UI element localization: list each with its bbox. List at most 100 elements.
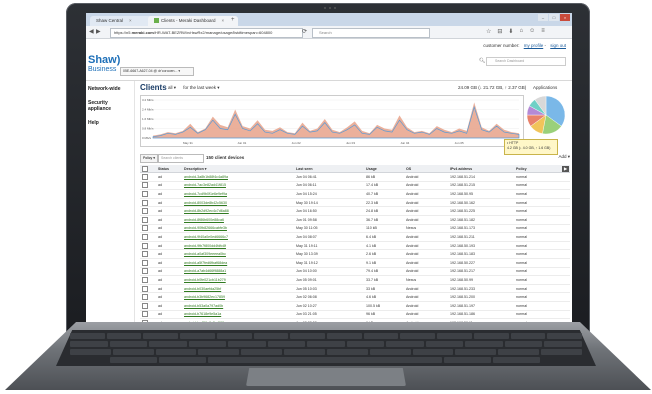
tab-close-icon[interactable]: × bbox=[129, 18, 132, 23]
row-checkbox[interactable] bbox=[142, 268, 148, 275]
description-link[interactable]: android-7cd9b0f1e6e9ef9a bbox=[182, 189, 294, 199]
description-link[interactable]: android-8003de8b42c5630 bbox=[182, 198, 294, 208]
row-checkbox[interactable] bbox=[142, 242, 148, 249]
filter-all-dropdown[interactable]: all ▾ bbox=[168, 85, 176, 90]
bookmark-star-icon[interactable]: ☆ bbox=[486, 28, 491, 35]
row-checkbox-cell[interactable] bbox=[140, 258, 156, 268]
row-checkbox[interactable] bbox=[142, 294, 148, 301]
row-checkbox-cell[interactable] bbox=[140, 249, 156, 259]
applications-link[interactable]: Applications bbox=[533, 85, 557, 90]
profile-icon[interactable]: ☺ bbox=[529, 28, 535, 35]
table-row[interactable]: ad android-90fb82666cabfe3b May 30 11:05 11… bbox=[140, 224, 570, 234]
policy-button[interactable]: Policy ▾ bbox=[140, 154, 158, 163]
column-header-last-seen[interactable]: Last seen bbox=[294, 165, 364, 173]
browser-search-input[interactable]: Search bbox=[312, 28, 430, 38]
row-checkbox[interactable] bbox=[142, 302, 148, 309]
description-link[interactable]: android-90fb82666cabfe3b bbox=[182, 224, 294, 234]
reload-button[interactable]: ⟳ bbox=[302, 28, 307, 36]
description-link[interactable]: android-a7ab4d66f9888a1 bbox=[182, 267, 294, 277]
description-link[interactable]: android-3a8b1b88f4c4a89a bbox=[182, 172, 294, 182]
row-checkbox[interactable] bbox=[142, 182, 148, 189]
timespan-dropdown[interactable]: for the last week ▾ bbox=[183, 85, 219, 90]
back-button[interactable]: ◀ bbox=[89, 28, 94, 36]
search-dashboard-input[interactable]: 🔍︎ Search Dashboard bbox=[479, 57, 566, 66]
column-header-description[interactable]: Description ▾ bbox=[182, 165, 294, 173]
network-select[interactable]: 05E-6667-A627-04 @ dr'corooen... ▾ bbox=[120, 67, 194, 76]
column-header-policy[interactable]: Policy bbox=[514, 165, 560, 173]
row-checkbox-cell[interactable] bbox=[140, 198, 156, 208]
table-row[interactable]: ad android-7cd9b0f1e6e9ef9a Jun 04 15:24 40… bbox=[140, 189, 570, 199]
close-window-button[interactable]: × bbox=[560, 14, 570, 21]
table-row[interactable]: ad android-a5f7fed6fbaf68dea May 31 19:12 9… bbox=[140, 258, 570, 268]
row-checkbox-cell[interactable] bbox=[140, 267, 156, 277]
description-link[interactable]: android-9f40a0e0ed6666c7 bbox=[182, 232, 294, 242]
row-checkbox-cell[interactable] bbox=[140, 206, 156, 216]
row-checkbox[interactable] bbox=[142, 285, 148, 292]
column-header-ipv4[interactable]: IPv4 address bbox=[448, 165, 514, 173]
address-bar[interactable]: https://n5.meraki.com/HR-WAT-BEZRW/n/rls… bbox=[110, 28, 303, 38]
row-checkbox[interactable] bbox=[142, 190, 148, 197]
row-checkbox-cell[interactable] bbox=[140, 292, 156, 302]
column-settings-header[interactable]: ▶ bbox=[560, 165, 570, 173]
minimize-button[interactable]: – bbox=[538, 14, 548, 21]
search-clients-input[interactable]: Search clients bbox=[158, 154, 204, 163]
row-checkbox[interactable] bbox=[142, 233, 148, 240]
sidebar-item-network-wide[interactable]: Network-wide bbox=[86, 83, 134, 95]
row-checkbox-cell[interactable] bbox=[140, 224, 156, 234]
tab-shaw-central[interactable]: Shaw Central × bbox=[90, 16, 157, 26]
row-checkbox-cell[interactable] bbox=[140, 241, 156, 251]
table-row[interactable]: ad android-b53a0a797ad0b Jun 02 10:27 100.5… bbox=[140, 301, 570, 311]
row-checkbox-cell[interactable] bbox=[140, 181, 156, 191]
description-link[interactable]: android-7ac3e82ad41f815 bbox=[182, 181, 294, 191]
table-row[interactable]: ad android-9fb7f800dd4fdfc8f May 31 19:11 4… bbox=[140, 241, 570, 251]
description-link[interactable]: android-8f86b600e88ca6 bbox=[182, 215, 294, 225]
column-settings-button[interactable]: ▶ bbox=[562, 165, 569, 172]
row-checkbox[interactable] bbox=[142, 225, 148, 232]
row-checkbox-cell[interactable] bbox=[140, 172, 156, 182]
sidebar-item-security-appliance[interactable]: Security appliance bbox=[86, 97, 134, 115]
table-row[interactable]: ad android-3a8b1b88f4c4a89a Jun 04 06:41 86… bbox=[140, 172, 570, 182]
new-tab-button[interactable]: + bbox=[231, 17, 235, 23]
table-row[interactable]: ad android-7ac3e82ad41f815 Jun 04 06:11 17.… bbox=[140, 181, 570, 191]
description-link[interactable]: android-a5f7fed6fbaf68dea bbox=[182, 258, 294, 268]
home-icon[interactable]: ⌂ bbox=[519, 28, 523, 35]
tab-meraki-dashboard[interactable]: Clients - Meraki Dashboard × bbox=[148, 16, 238, 26]
row-checkbox[interactable] bbox=[142, 208, 148, 215]
sign-out-link[interactable]: sign out bbox=[550, 43, 566, 48]
forward-button[interactable]: ▶ bbox=[96, 28, 101, 36]
table-row[interactable]: ad android-b3b9682ec17859 Jun 02 06:08 4.6 … bbox=[140, 292, 570, 302]
row-checkbox[interactable] bbox=[142, 251, 148, 258]
maximize-button[interactable]: □ bbox=[549, 14, 559, 21]
table-row[interactable]: ad android-a7ab4d66f9888a1 Jun 04 10:00 79.… bbox=[140, 267, 570, 277]
row-checkbox[interactable] bbox=[142, 311, 148, 318]
table-row[interactable]: ad android-8b2d92ec4c7d6a88 Jun 04 16:50 24… bbox=[140, 206, 570, 216]
download-icon[interactable]: ⬇ bbox=[508, 28, 513, 35]
reading-list-icon[interactable]: ⊟ bbox=[497, 28, 502, 35]
table-row[interactable]: ad android-a0af309eeeea0bc May 30 13:39 2.6… bbox=[140, 249, 570, 259]
row-checkbox-cell[interactable] bbox=[140, 189, 156, 199]
description-link[interactable]: android-8b2d92ec4c7d6a88 bbox=[182, 206, 294, 216]
row-checkbox[interactable] bbox=[142, 173, 148, 180]
description-link[interactable]: android-b7618e9e5a1a bbox=[182, 310, 294, 320]
table-row[interactable]: ad android-b030aefda25bf Jun 05 10:03 33 kB… bbox=[140, 284, 570, 294]
column-header-status[interactable]: Status bbox=[156, 165, 182, 173]
row-checkbox[interactable] bbox=[142, 259, 148, 266]
table-row[interactable]: ad android-8f86b600e88ca6 Jun 01 09:58 36.7… bbox=[140, 215, 570, 225]
select-all-header[interactable] bbox=[140, 165, 156, 173]
add-column-dropdown[interactable]: Add ▾ bbox=[558, 154, 570, 160]
column-header-os[interactable]: OS bbox=[404, 165, 448, 173]
row-checkbox[interactable] bbox=[142, 199, 148, 206]
table-row[interactable]: ad android-8003de8b42c5630 May 30 19:14 22.… bbox=[140, 198, 570, 208]
table-row[interactable]: ad android-b7618e9e5a1a Jun 03 21:05 96 kB A… bbox=[140, 310, 570, 320]
menu-icon[interactable]: ≡ bbox=[541, 28, 545, 35]
row-checkbox[interactable] bbox=[142, 216, 148, 223]
row-checkbox-cell[interactable] bbox=[140, 215, 156, 225]
row-checkbox-cell[interactable] bbox=[140, 284, 156, 294]
sidebar-item-help[interactable]: Help bbox=[86, 117, 134, 129]
description-link[interactable]: android-b3b9682ec17859 bbox=[182, 292, 294, 302]
table-row[interactable]: ad android-b0fe021cb11b279 Jun 05 09:01 33.… bbox=[140, 275, 570, 285]
row-checkbox-cell[interactable] bbox=[140, 232, 156, 242]
description-link[interactable]: android-b0fe021cb11b279 bbox=[182, 275, 294, 285]
row-checkbox-cell[interactable] bbox=[140, 310, 156, 320]
description-link[interactable]: android-b030aefda25bf bbox=[182, 284, 294, 294]
